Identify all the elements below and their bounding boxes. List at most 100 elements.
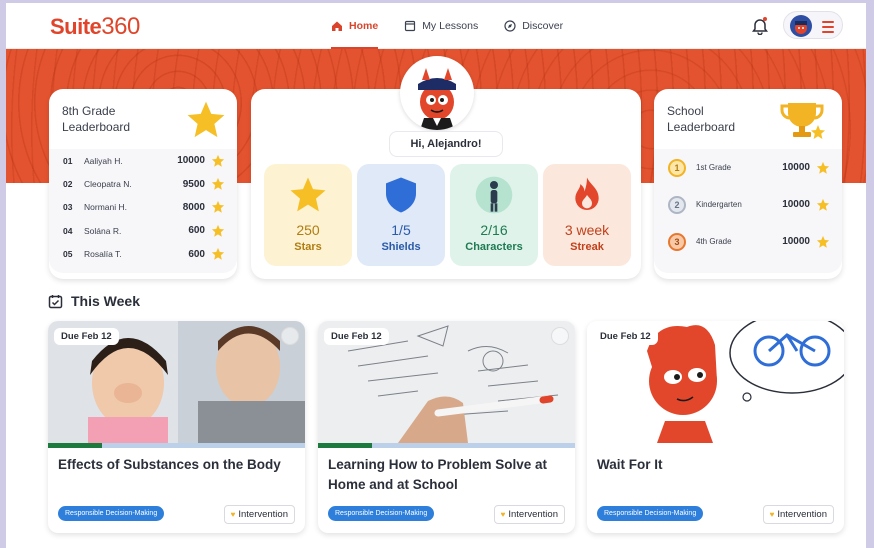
- score: 10000: [177, 155, 205, 167]
- home-icon: [332, 21, 342, 31]
- stat-streak[interactable]: 3 week Streak: [543, 164, 631, 266]
- score: 600: [188, 225, 205, 237]
- star-icon: [816, 198, 830, 211]
- lesson-image: Due Feb 12: [587, 321, 844, 443]
- grade-name: Kindergarten: [696, 200, 742, 209]
- rank: 05: [63, 249, 73, 260]
- notification-dot: [763, 17, 767, 21]
- star-icon: [816, 161, 830, 174]
- stat-value: 250: [296, 222, 320, 238]
- calendar-check-icon: [48, 294, 63, 308]
- star-icon: [211, 248, 225, 260]
- star-icon: [211, 154, 225, 167]
- rank: 02: [63, 179, 73, 190]
- student-name: Rosalía T.: [84, 249, 122, 260]
- profile-menu-button[interactable]: [783, 11, 843, 39]
- rank-badge: 2: [668, 195, 686, 214]
- greeting-label: Hi, Alejandro!: [389, 131, 503, 157]
- heart-icon: ♥: [500, 510, 506, 519]
- rank: 03: [63, 202, 73, 213]
- leaderboard-row: 04 Solána R. 600: [49, 219, 237, 242]
- leaderboard-row: 05 Rosalía T. 600: [49, 243, 237, 266]
- lesson-card[interactable]: Due Feb 12 Learning How to Problem Solve…: [318, 321, 575, 533]
- stat-shields[interactable]: 1/5 Shields: [357, 164, 445, 266]
- nav-my-lessons-label: My Lessons: [422, 20, 479, 32]
- lesson-image: Due Feb 12: [48, 321, 305, 443]
- score: 10000: [782, 199, 810, 210]
- due-date-badge: Due Feb 12: [54, 328, 119, 345]
- lesson-tag[interactable]: Responsible Decision-Making: [328, 506, 435, 521]
- stat-label: Streak: [570, 241, 604, 253]
- stat-label: Characters: [465, 241, 523, 253]
- intervention-badge[interactable]: ♥ Intervention: [762, 505, 834, 524]
- student-name: Aaliyah H.: [84, 155, 123, 166]
- score: 8000: [182, 201, 205, 213]
- school-leaderboard-title: School Leaderboard: [667, 104, 736, 134]
- favorite-icon[interactable]: [281, 327, 299, 345]
- due-date-badge: Due Feb 12: [593, 328, 658, 345]
- lesson-image: Due Feb 12: [318, 321, 575, 443]
- top-nav: Suite360 Home My Lessons Discover: [6, 3, 866, 49]
- hamburger-menu-icon: [822, 21, 834, 36]
- grade-leaderboard-card[interactable]: 8th Grade Leaderboard 01 Aaliyah H. 1000…: [49, 89, 237, 279]
- rank-badge: 1: [668, 158, 686, 177]
- avatar: [790, 15, 812, 37]
- star-icon: [211, 224, 225, 237]
- nav-discover[interactable]: Discover: [504, 3, 563, 49]
- lesson-card[interactable]: Due Feb 12 Wait For It Responsible Decis…: [587, 321, 844, 533]
- flame-icon: [575, 177, 599, 210]
- trophy-icon: [780, 103, 825, 139]
- student-avatar[interactable]: [400, 56, 474, 130]
- stat-label: Stars: [294, 241, 322, 253]
- intervention-badge[interactable]: ♥ Intervention: [493, 505, 565, 524]
- notification-bell-icon[interactable]: [752, 17, 768, 36]
- stat-value: 1/5: [391, 222, 411, 238]
- lesson-title: Learning How to Problem Solve at Home an…: [328, 457, 548, 492]
- score: 10000: [782, 162, 810, 173]
- nav-home-label: Home: [349, 20, 379, 32]
- score: 10000: [782, 236, 810, 247]
- nav-menu: Home My Lessons Discover: [331, 3, 563, 49]
- school-leaderboard-list: 1 1st Grade 10000 2 Kindergarten 10000 3…: [654, 149, 842, 273]
- school-leaderboard-card[interactable]: School Leaderboard 1 1st Grade 10000 2 K…: [654, 89, 842, 279]
- character-icon: [475, 176, 513, 214]
- grade-leaderboard-title: 8th Grade Leaderboard: [62, 104, 131, 134]
- rank-badge: 3: [668, 232, 686, 251]
- intervention-badge[interactable]: ♥ Intervention: [223, 505, 295, 524]
- progress-fill: [48, 443, 102, 448]
- student-name: Cleopatra N.: [84, 179, 132, 190]
- lesson-tag[interactable]: Responsible Decision-Making: [58, 506, 165, 521]
- score: 9500: [182, 178, 205, 190]
- grade-name: 4th Grade: [696, 237, 732, 246]
- lesson-card[interactable]: Due Feb 12 Effects of Substances on the …: [48, 321, 305, 533]
- student-name: Solána R.: [84, 225, 122, 236]
- leaderboard-row: 2 Kindergarten 10000: [654, 186, 842, 223]
- heart-icon: ♥: [230, 510, 236, 519]
- score: 600: [188, 248, 205, 260]
- lesson-tag[interactable]: Responsible Decision-Making: [597, 506, 704, 521]
- stat-characters[interactable]: 2/16 Characters: [450, 164, 538, 266]
- lesson-progress-bar: [318, 443, 575, 448]
- grade-name: 1st Grade: [696, 163, 732, 172]
- compass-icon: [504, 20, 516, 32]
- star-icon: [290, 177, 326, 212]
- logo-text: Suite: [50, 14, 102, 39]
- shield-icon: [386, 177, 416, 213]
- favorite-icon[interactable]: [551, 327, 569, 345]
- intervention-label: Intervention: [508, 509, 558, 520]
- leaderboard-row: 02 Cleopatra N. 9500: [49, 172, 237, 195]
- lesson-title: Effects of Substances on the Body: [58, 457, 281, 472]
- logo[interactable]: Suite360: [50, 13, 140, 41]
- intervention-label: Intervention: [238, 509, 288, 520]
- star-icon: [187, 101, 225, 138]
- nav-home[interactable]: Home: [331, 3, 379, 49]
- rank: 01: [63, 155, 73, 166]
- leaderboard-row: 01 Aaliyah H. 10000: [49, 149, 237, 172]
- nav-my-lessons[interactable]: My Lessons: [404, 3, 478, 49]
- leaderboard-row: 03 Normani H. 8000: [49, 196, 237, 219]
- leaderboard-row: 1 1st Grade 10000: [654, 149, 842, 186]
- leaderboard-row: 3 4th Grade 10000: [654, 223, 842, 260]
- lesson-progress-bar: [48, 443, 305, 448]
- star-icon: [816, 235, 830, 248]
- stat-stars[interactable]: 250 Stars: [264, 164, 352, 266]
